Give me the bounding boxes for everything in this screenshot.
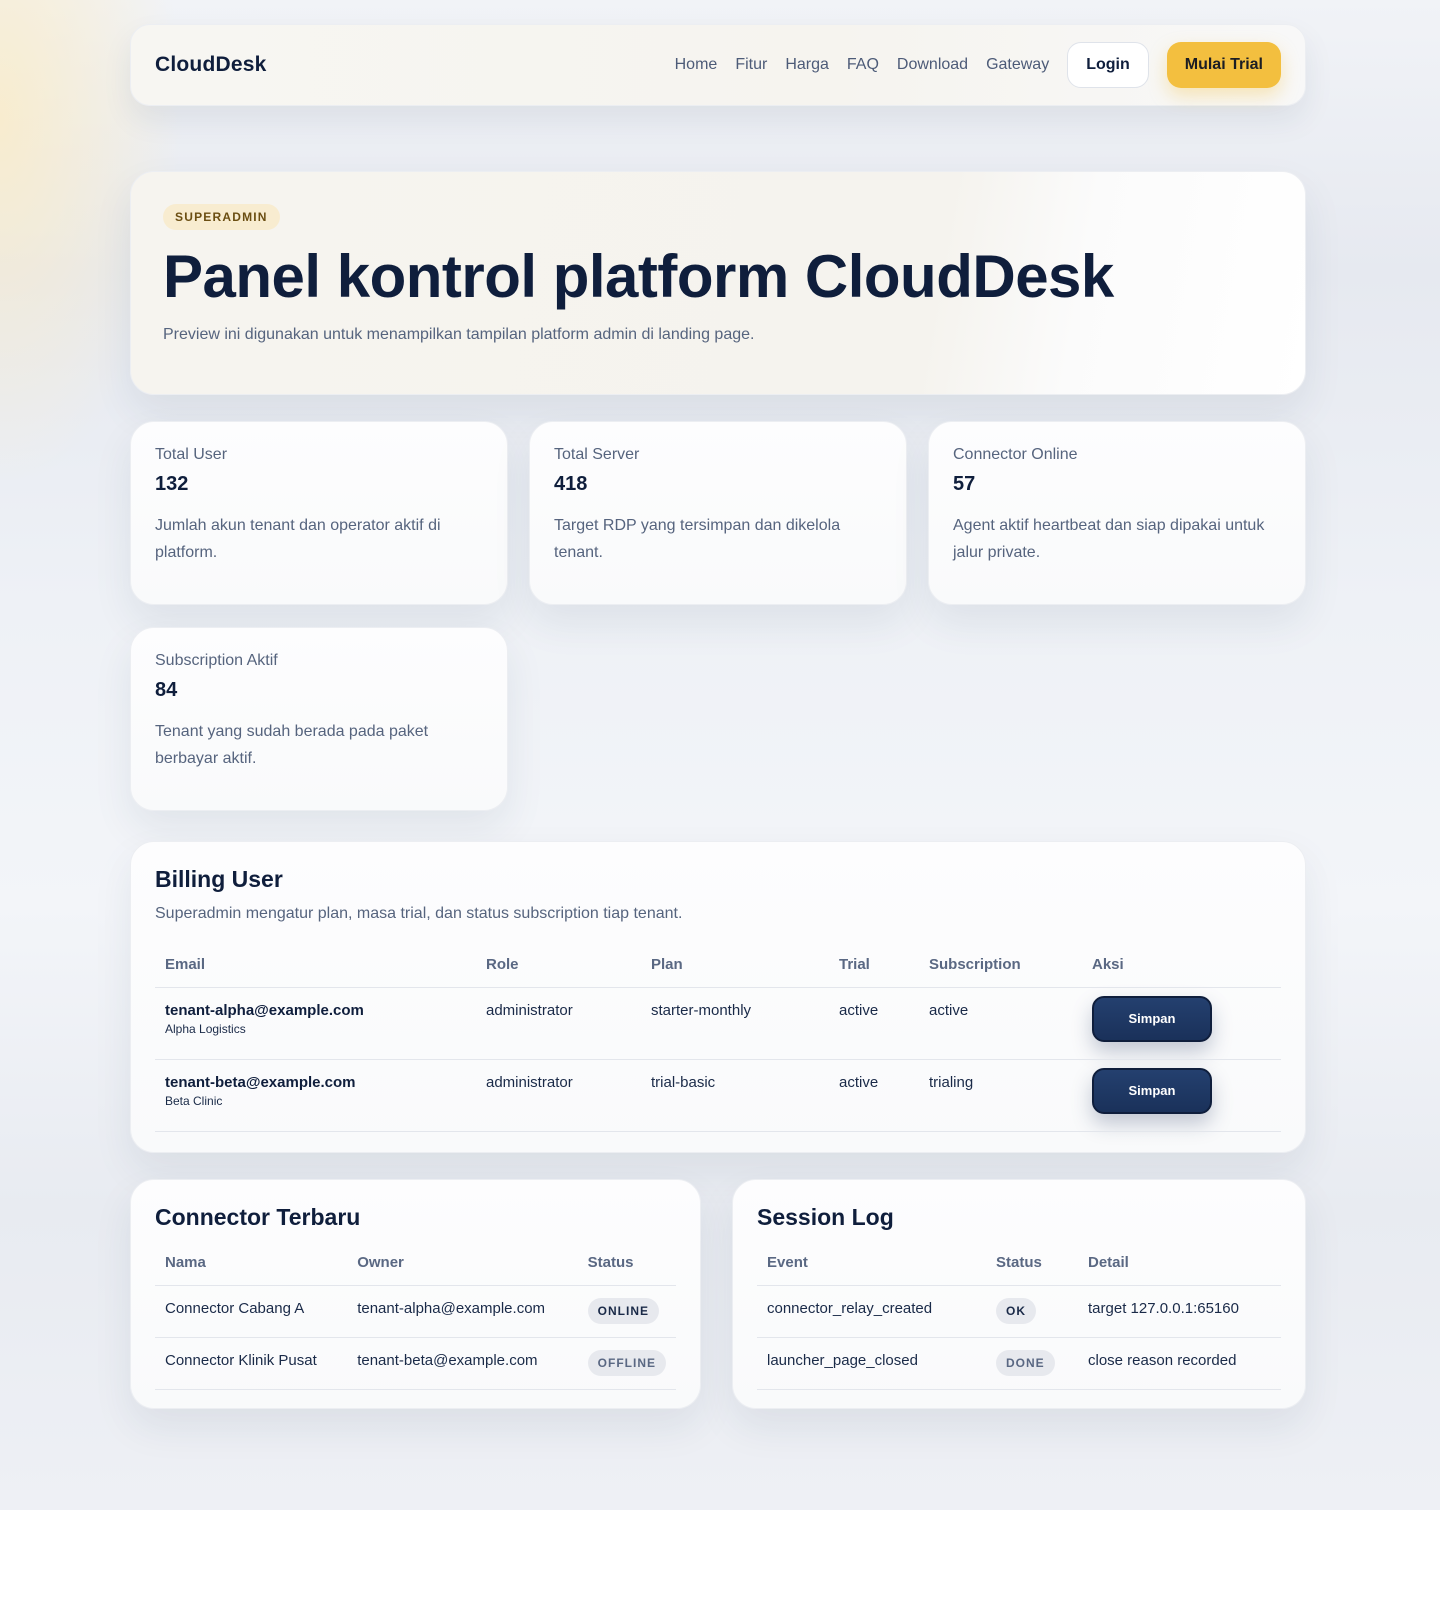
table-header-row: Nama Owner Status <box>155 1241 676 1286</box>
page-title: Panel kontrol platform CloudDesk <box>163 243 1114 310</box>
event-cell: launcher_page_closed <box>757 1337 986 1390</box>
table-header-row: Event Status Detail <box>757 1241 1281 1286</box>
stat-label: Total Server <box>554 446 640 463</box>
table-row: connector_relay_created OK target 127.0.… <box>757 1285 1281 1338</box>
status-badge: OFFLINE <box>587 1349 666 1376</box>
user-email: tenant-beta@example.com <box>165 1073 356 1091</box>
table-row: Connector Cabang A tenant-alpha@example.… <box>155 1285 676 1338</box>
status-badge: ONLINE <box>587 1297 660 1324</box>
stat-label: Connector Online <box>953 446 1078 463</box>
action-cell: Simpan <box>1082 1059 1281 1132</box>
table-row: tenant-beta@example.com Beta Clinic admi… <box>155 1059 1281 1132</box>
role-badge: SUPERADMIN <box>163 204 280 230</box>
trial-cell: active <box>829 987 919 1060</box>
nav-link-faq[interactable]: FAQ <box>847 56 879 74</box>
plan-cell: starter-monthly <box>641 987 829 1060</box>
login-button[interactable]: Login <box>1067 42 1149 88</box>
stat-description: Tenant yang sudah berada pada paket berb… <box>155 723 429 767</box>
session-log-table: Event Status Detail connector_relay_crea… <box>757 1241 1281 1390</box>
column-header-status: Status <box>986 1241 1078 1286</box>
connector-owner: tenant-beta@example.com <box>347 1337 578 1390</box>
start-trial-button[interactable]: Mulai Trial <box>1166 42 1281 88</box>
stat-label: Total User <box>155 446 228 463</box>
connector-name: Connector Cabang A <box>155 1285 348 1338</box>
nav-link-download[interactable]: Download <box>897 56 968 74</box>
nav-link-gateway[interactable]: Gateway <box>986 56 1049 74</box>
email-cell: tenant-beta@example.com Beta Clinic <box>155 1059 476 1132</box>
stat-description: Target RDP yang tersimpan dan dikelola t… <box>554 517 841 561</box>
user-company: Beta Clinic <box>165 1093 223 1108</box>
connector-table: Nama Owner Status Connector Cabang A ten… <box>155 1241 676 1390</box>
status-cell: OK <box>986 1285 1078 1338</box>
save-button[interactable]: Simpan <box>1092 995 1212 1042</box>
nav-link-harga[interactable]: Harga <box>785 56 829 74</box>
stat-card-total-server: Total Server 418 Target RDP yang tersimp… <box>529 421 907 605</box>
stat-description: Agent aktif heartbeat dan siap dipakai u… <box>953 517 1265 561</box>
section-title: Session Log <box>757 1204 894 1230</box>
event-cell: connector_relay_created <box>757 1285 986 1338</box>
column-header-plan: Plan <box>641 943 829 988</box>
column-header-detail: Detail <box>1078 1241 1281 1286</box>
column-header-email: Email <box>155 943 476 988</box>
column-header-aksi: Aksi <box>1082 943 1281 988</box>
stat-value: 84 <box>155 679 178 701</box>
status-cell: OFFLINE <box>577 1337 676 1390</box>
table-row: tenant-alpha@example.com Alpha Logistics… <box>155 987 1281 1060</box>
status-badge: OK <box>996 1297 1036 1324</box>
email-cell: tenant-alpha@example.com Alpha Logistics <box>155 987 476 1060</box>
connector-owner: tenant-alpha@example.com <box>347 1285 578 1338</box>
nav-link-fitur[interactable]: Fitur <box>735 56 767 74</box>
stat-description: Jumlah akun tenant dan operator aktif di… <box>155 517 441 561</box>
save-button[interactable]: Simpan <box>1092 1067 1212 1114</box>
nav-links: Home Fitur Harga FAQ Download Gateway Lo… <box>675 42 1281 88</box>
stat-label: Subscription Aktif <box>155 652 278 669</box>
section-title: Connector Terbaru <box>155 1204 361 1230</box>
stat-value: 132 <box>155 473 189 495</box>
top-navbar: CloudDesk Home Fitur Harga FAQ Download … <box>130 24 1306 106</box>
column-header-owner: Owner <box>347 1241 578 1286</box>
section-subtitle: Superadmin mengatur plan, masa trial, da… <box>155 905 683 922</box>
billing-user-panel: Billing User Superadmin mengatur plan, m… <box>130 841 1306 1153</box>
table-header-row: Email Role Plan Trial Subscription Aksi <box>155 943 1281 988</box>
session-log-panel: Session Log Event Status Detail connecto… <box>732 1179 1306 1409</box>
table-row: launcher_page_closed DONE close reason r… <box>757 1337 1281 1390</box>
column-header-nama: Nama <box>155 1241 348 1286</box>
column-header-trial: Trial <box>829 943 919 988</box>
hero-panel: SUPERADMIN Panel kontrol platform CloudD… <box>130 171 1306 395</box>
plan-cell: trial-basic <box>641 1059 829 1132</box>
table-row: Connector Klinik Pusat tenant-beta@examp… <box>155 1337 676 1390</box>
page-subtitle: Preview ini digunakan untuk menampilkan … <box>163 326 755 343</box>
stat-card-connector-online: Connector Online 57 Agent aktif heartbea… <box>928 421 1306 605</box>
stat-value: 418 <box>554 473 588 495</box>
stat-card-total-user: Total User 132 Jumlah akun tenant dan op… <box>130 421 508 605</box>
user-email: tenant-alpha@example.com <box>165 1001 364 1019</box>
nav-link-home[interactable]: Home <box>675 56 718 74</box>
column-header-role: Role <box>476 943 641 988</box>
status-cell: ONLINE <box>577 1285 676 1338</box>
user-company: Alpha Logistics <box>165 1021 246 1036</box>
role-cell: administrator <box>476 1059 641 1132</box>
brand-logo[interactable]: CloudDesk <box>155 53 267 77</box>
detail-cell: target 127.0.0.1:65160 <box>1078 1285 1281 1338</box>
trial-cell: active <box>829 1059 919 1132</box>
column-header-subscription: Subscription <box>919 943 1082 988</box>
column-header-status: Status <box>577 1241 676 1286</box>
stat-value: 57 <box>953 473 976 495</box>
billing-table: Email Role Plan Trial Subscription Aksi … <box>155 943 1281 1132</box>
connector-name: Connector Klinik Pusat <box>155 1337 348 1390</box>
detail-cell: close reason recorded <box>1078 1337 1281 1390</box>
status-badge: DONE <box>996 1349 1055 1376</box>
column-header-event: Event <box>757 1241 986 1286</box>
action-cell: Simpan <box>1082 987 1281 1060</box>
section-title: Billing User <box>155 866 283 892</box>
subscription-cell: trialing <box>919 1059 1082 1132</box>
connector-terbaru-panel: Connector Terbaru Nama Owner Status Conn… <box>130 1179 701 1409</box>
stat-card-subscription-aktif: Subscription Aktif 84 Tenant yang sudah … <box>130 627 508 811</box>
role-cell: administrator <box>476 987 641 1060</box>
status-cell: DONE <box>986 1337 1078 1390</box>
subscription-cell: active <box>919 987 1082 1060</box>
